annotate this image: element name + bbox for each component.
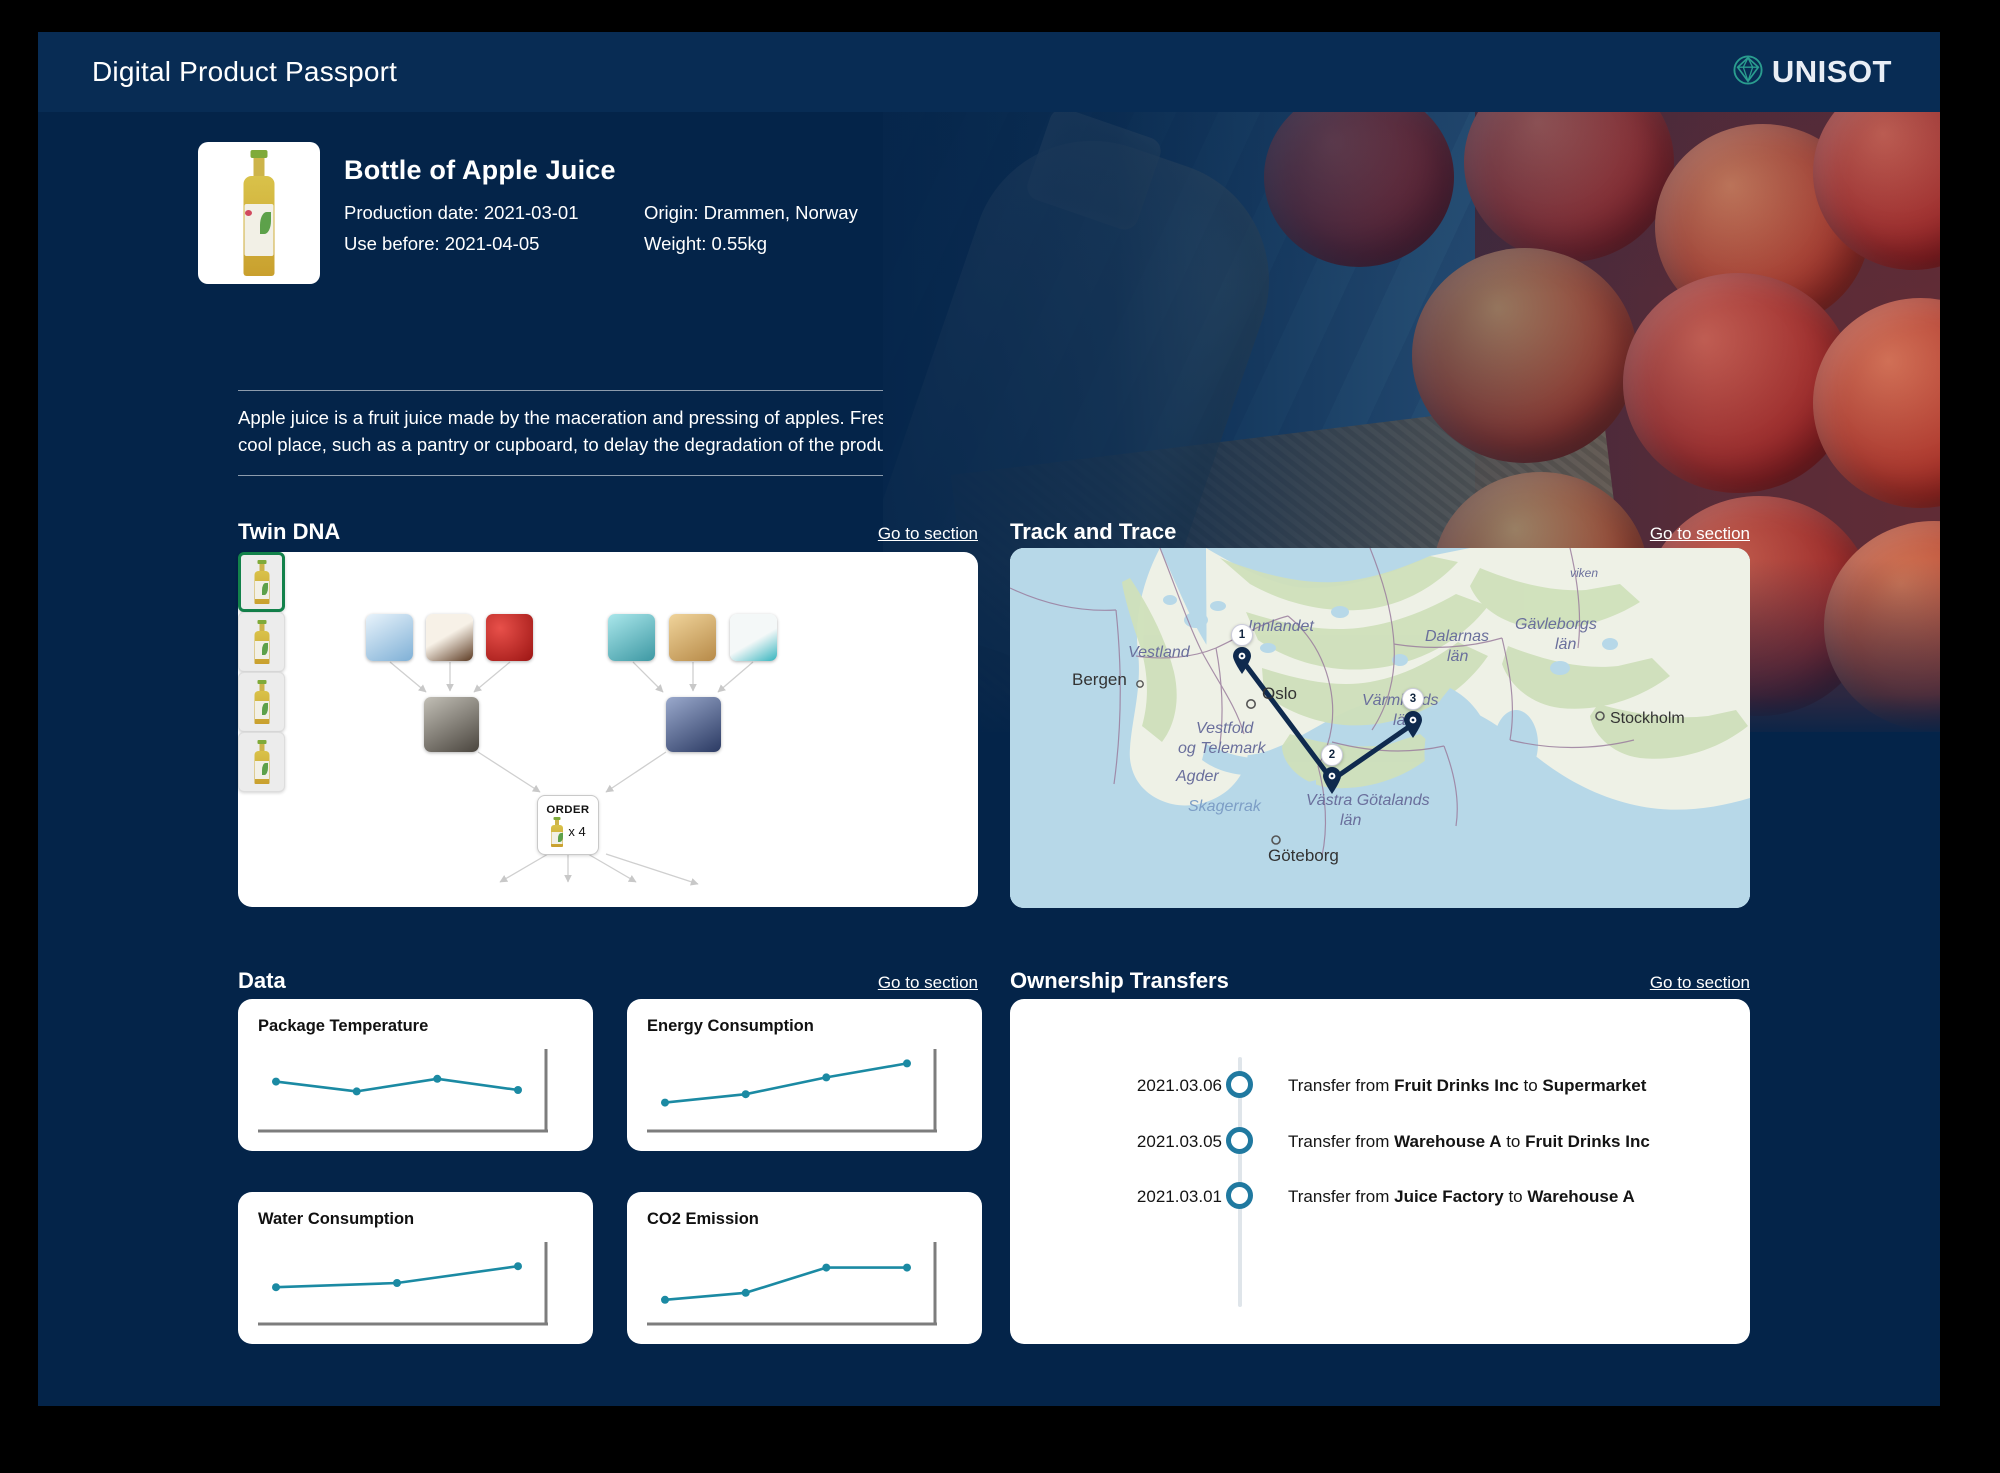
map-label-bergen: Bergen (1072, 670, 1127, 689)
dna-ingredient-sand[interactable] (669, 614, 716, 661)
diamond-gem-icon (1733, 54, 1763, 90)
twin-dna-graph: ORDER x 4 (238, 552, 978, 907)
map-label-varmlands: Värmlands (1362, 692, 1439, 709)
transfer-text: Transfer from Juice Factory to Warehouse… (1288, 1187, 1635, 1207)
map-pin-1[interactable]: 1 (1231, 624, 1253, 674)
data-title: Data (238, 968, 286, 993)
map-label-vastra-lan: län (1340, 812, 1362, 829)
ownership-section-header: Ownership Transfers Go to section (1010, 968, 1750, 994)
track-trace-map-card[interactable]: viken Innlandet Dalarnas län Gävleborgs … (1010, 548, 1750, 908)
dna-ingredient-water[interactable] (366, 614, 413, 661)
map-label-oslo: Oslo (1262, 684, 1297, 703)
transfer-mid: to (1503, 1187, 1528, 1206)
dna-ingredient-soda-ash[interactable] (730, 614, 777, 661)
transfer-prefix: Transfer from (1288, 1076, 1395, 1095)
twin-dna-card: ORDER x 4 (238, 552, 978, 907)
top-bar: Digital Product Passport UNISOT (38, 32, 1940, 112)
ownership-transfers-card: 2021.03.06 Transfer from Fruit Drinks In… (1010, 999, 1750, 1344)
transfer-prefix: Transfer from (1288, 1132, 1395, 1151)
chart-plot (258, 1242, 548, 1326)
twin-dna-goto-link[interactable]: Go to section (878, 524, 978, 545)
app-root: Digital Product Passport UNISOT Bottle o… (38, 32, 1940, 1406)
ownership-title: Ownership Transfers (1010, 968, 1229, 993)
ownership-goto-link[interactable]: Go to section (1650, 973, 1750, 994)
dna-order-node[interactable]: ORDER x 4 (537, 795, 599, 855)
map-pin-1-number: 1 (1231, 624, 1253, 646)
meta-origin: Origin: Drammen, Norway (644, 202, 858, 223)
brand-logo: UNISOT (1733, 54, 1892, 90)
chart-card-co2-emission[interactable]: CO2 Emission (627, 1192, 982, 1344)
map-geometry (1010, 548, 1750, 908)
transfer-text: Transfer from Fruit Drinks Inc to Superm… (1288, 1076, 1646, 1096)
data-goto-link[interactable]: Go to section (878, 973, 978, 994)
track-trace-title: Track and Trace (1010, 519, 1177, 544)
transfer-date: 2021.03.05 (1136, 1132, 1222, 1151)
logo-text: UNISOT (1771, 54, 1892, 89)
map-pin-2-number: 2 (1321, 744, 1343, 766)
map-label-gavleborgs-lan: län (1555, 636, 1577, 653)
transfer-from: Fruit Drinks Inc (1394, 1076, 1519, 1095)
map-pin-3-number: 3 (1402, 688, 1424, 710)
order-label: ORDER (546, 803, 590, 816)
chart-plot (258, 1049, 548, 1133)
map-pin-2[interactable]: 2 (1321, 744, 1343, 794)
dna-edges (389, 661, 754, 886)
twin-dna-title: Twin DNA (238, 519, 341, 544)
map-label-stockholm: Stockholm (1610, 710, 1685, 727)
map-label-vestfold: Vestfold (1196, 720, 1254, 737)
transfer-text: Transfer from Warehouse A to Fruit Drink… (1288, 1132, 1650, 1152)
transfer-mid: to (1518, 1076, 1543, 1095)
timeline-dot (1226, 1127, 1253, 1154)
transfer-to: Fruit Drinks Inc (1525, 1132, 1650, 1151)
meta-production-date: Production date: 2021-03-01 (344, 202, 579, 223)
dna-process-juice-tank[interactable] (424, 697, 479, 752)
transfer-date: 2021.03.01 (1136, 1187, 1222, 1206)
chart-card-energy-consumption[interactable]: Energy Consumption (627, 999, 982, 1151)
chart-title: Energy Consumption (647, 1017, 814, 1035)
twin-dna-section-header: Twin DNA Go to section (238, 519, 978, 545)
transfer-mid: to (1501, 1132, 1526, 1151)
order-quantity: x 4 (568, 824, 586, 839)
chart-title: Water Consumption (258, 1210, 415, 1228)
map-label-innlandet: Innlandet (1248, 618, 1314, 635)
map-label-dalarnas-lan: län (1447, 648, 1469, 665)
chart-title: Package Temperature (258, 1017, 429, 1035)
map-label-goteborg: Göteborg (1268, 846, 1339, 865)
transfer-from: Juice Factory (1394, 1187, 1504, 1206)
dna-ingredient-apples[interactable] (486, 614, 533, 661)
transfer-prefix: Transfer from (1288, 1187, 1395, 1206)
product-thumbnail (198, 142, 320, 284)
chart-card-package-temperature[interactable]: Package Temperature (238, 999, 593, 1151)
route-map[interactable]: viken Innlandet Dalarnas län Gävleborgs … (1010, 548, 1750, 908)
map-label-gavleborgs: Gävleborgs (1515, 616, 1597, 633)
page-title: Digital Product Passport (92, 56, 398, 87)
chart-title: CO2 Emission (647, 1210, 759, 1228)
map-label-vestland: Vestland (1128, 644, 1190, 661)
ownership-timeline: 2021.03.06 Transfer from Fruit Drinks In… (1010, 999, 1750, 1344)
map-pin-3[interactable]: 3 (1402, 688, 1424, 738)
map-label-vastra-gotalands: Västra Götalands (1306, 792, 1430, 809)
timeline-dot (1226, 1182, 1253, 1209)
dna-ingredient-glass-cullet[interactable] (608, 614, 655, 661)
timeline-dot (1226, 1071, 1253, 1098)
map-label-og-telemark: og Telemark (1178, 740, 1266, 757)
transfer-from: Warehouse A (1394, 1132, 1502, 1151)
map-label-dalarnas: Dalarnas (1425, 628, 1490, 645)
track-trace-goto-link[interactable]: Go to section (1650, 524, 1750, 545)
chart-plot (647, 1049, 937, 1133)
map-label-agder: Agder (1176, 768, 1219, 785)
track-trace-section-header: Track and Trace Go to section (1010, 519, 1750, 545)
map-label-viken: viken (1570, 566, 1599, 580)
data-section-header: Data Go to section (238, 968, 978, 994)
chart-card-water-consumption[interactable]: Water Consumption (238, 1192, 593, 1344)
meta-weight: Weight: 0.55kg (644, 233, 768, 254)
transfer-to: Warehouse A (1527, 1187, 1635, 1206)
meta-use-before: Use before: 2021-04-05 (344, 233, 540, 254)
transfer-to: Supermarket (1542, 1076, 1647, 1095)
transfer-date: 2021.03.06 (1136, 1076, 1222, 1095)
chart-plot (647, 1242, 937, 1326)
map-label-skagerrak: Skagerrak (1188, 798, 1261, 815)
dna-ingredient-sugar[interactable] (426, 614, 473, 661)
dna-process-bottling-line[interactable] (666, 697, 721, 752)
